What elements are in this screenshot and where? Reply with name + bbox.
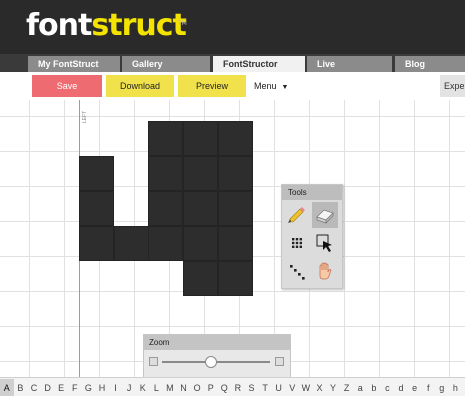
filled-brick[interactable] (218, 121, 253, 156)
pencil-icon (288, 207, 305, 223)
line-tool[interactable] (284, 258, 310, 284)
tools-panel[interactable]: Tools (281, 184, 343, 289)
eraser-tool[interactable] (312, 202, 338, 228)
tab-gallery[interactable]: Gallery (122, 56, 210, 72)
glyph-letter-Y[interactable]: Y (326, 379, 340, 396)
glyph-letter-B[interactable]: B (14, 379, 28, 396)
eraser-icon (316, 209, 334, 224)
filled-brick[interactable] (79, 191, 114, 226)
fill-tool[interactable] (284, 230, 310, 256)
zoom-out-button[interactable] (149, 357, 158, 366)
filled-brick[interactable] (79, 156, 114, 191)
filled-brick[interactable] (148, 121, 183, 156)
glyph-letter-Q[interactable]: Q (218, 379, 232, 396)
menu-label: Menu (254, 81, 277, 91)
glyph-letter-C[interactable]: C (27, 379, 41, 396)
chevron-down-icon: ▼ (281, 84, 289, 91)
glyph-letter-H[interactable]: H (95, 379, 109, 396)
zoom-panel[interactable]: Zoom (143, 334, 291, 380)
filled-brick[interactable] (79, 226, 114, 261)
glyph-letter-N[interactable]: N (177, 379, 191, 396)
glyph-letter-I[interactable]: I (109, 379, 123, 396)
glyph-letter-G[interactable]: G (82, 379, 96, 396)
glyph-letter-D[interactable]: D (41, 379, 55, 396)
glyph-letter-T[interactable]: T (258, 379, 272, 396)
menu-dropdown[interactable]: Menu ▼ (254, 75, 288, 97)
tools-panel-title[interactable]: Tools (282, 185, 342, 200)
preview-button[interactable]: Preview (178, 75, 246, 97)
hand-tool[interactable] (312, 258, 338, 284)
tab-my-fontstruct[interactable]: My FontStruct (28, 56, 120, 72)
filled-brick[interactable] (183, 261, 218, 296)
glyph-letter-F[interactable]: F (68, 379, 82, 396)
glyph-letter-b[interactable]: b (367, 379, 381, 396)
glyph-letter-e[interactable]: e (408, 379, 422, 396)
filled-brick[interactable] (183, 191, 218, 226)
dotted-line-icon (290, 265, 305, 280)
filled-brick[interactable] (114, 226, 149, 261)
glyph-letter-W[interactable]: W (299, 379, 313, 396)
glyph-letter-f[interactable]: f (421, 379, 435, 396)
glyph-letter-R[interactable]: R (231, 379, 245, 396)
tab-fontstructor[interactable]: FontStructor (213, 56, 305, 72)
glyph-letter-g[interactable]: g (435, 379, 449, 396)
editor-toolbar: Save Download Preview Menu ▼ Expert (0, 72, 465, 101)
glyph-letter-S[interactable]: S (245, 379, 259, 396)
tab-blog[interactable]: Blog (395, 56, 465, 72)
filled-brick[interactable] (183, 226, 218, 261)
select-tool[interactable] (312, 230, 338, 256)
hand-icon (319, 262, 332, 280)
glyph-letter-X[interactable]: X (313, 379, 327, 396)
glyph-letter-L[interactable]: L (150, 379, 164, 396)
glyph-letter-a[interactable]: a (353, 379, 367, 396)
glyph-letter-J[interactable]: J (122, 379, 136, 396)
save-button[interactable]: Save (32, 75, 102, 97)
left-guide-label: LEFT (82, 110, 88, 123)
fontstruct-logo[interactable]: fontstruct TM (26, 8, 187, 43)
filled-brick[interactable] (148, 226, 183, 261)
main-nav: My FontStruct Gallery FontStructor Live … (0, 54, 465, 72)
zoom-panel-title[interactable]: Zoom (144, 335, 290, 350)
glyph-letter-bar: ABCDEFGHIJKLMNOPQRSTUVWXYZabcdefgh (0, 377, 465, 396)
glyph-letter-P[interactable]: P (204, 379, 218, 396)
glyph-letter-K[interactable]: K (136, 379, 150, 396)
filled-brick[interactable] (218, 191, 253, 226)
grid-fill-icon (292, 238, 302, 248)
logo-part-font: font (26, 8, 92, 43)
glyph-letter-V[interactable]: V (285, 379, 299, 396)
filled-brick[interactable] (218, 261, 253, 296)
tab-live[interactable]: Live (307, 56, 392, 72)
logo-trademark: TM (178, 20, 187, 27)
pencil-tool[interactable] (284, 202, 310, 228)
select-arrow-icon (316, 234, 332, 252)
glyph-letter-E[interactable]: E (54, 379, 68, 396)
glyph-letter-d[interactable]: d (394, 379, 408, 396)
filled-brick[interactable] (218, 156, 253, 191)
download-button[interactable]: Download (106, 75, 174, 97)
zoom-in-button[interactable] (275, 357, 284, 366)
glyph-letter-Z[interactable]: Z (340, 379, 354, 396)
app-header: fontstruct TM (0, 0, 465, 54)
logo-part-struct: struct (91, 8, 186, 43)
expert-button[interactable]: Expert (440, 75, 465, 97)
glyph-letter-c[interactable]: c (381, 379, 395, 396)
filled-brick[interactable] (183, 121, 218, 156)
zoom-slider-handle[interactable] (204, 356, 217, 368)
glyph-letter-O[interactable]: O (190, 379, 204, 396)
filled-brick[interactable] (148, 156, 183, 191)
glyph-letter-A[interactable]: A (0, 379, 14, 396)
filled-brick[interactable] (218, 226, 253, 261)
glyph-letter-h[interactable]: h (449, 379, 463, 396)
filled-brick[interactable] (148, 191, 183, 226)
glyph-letter-M[interactable]: M (163, 379, 177, 396)
filled-brick[interactable] (183, 156, 218, 191)
glyph-letter-U[interactable]: U (272, 379, 286, 396)
